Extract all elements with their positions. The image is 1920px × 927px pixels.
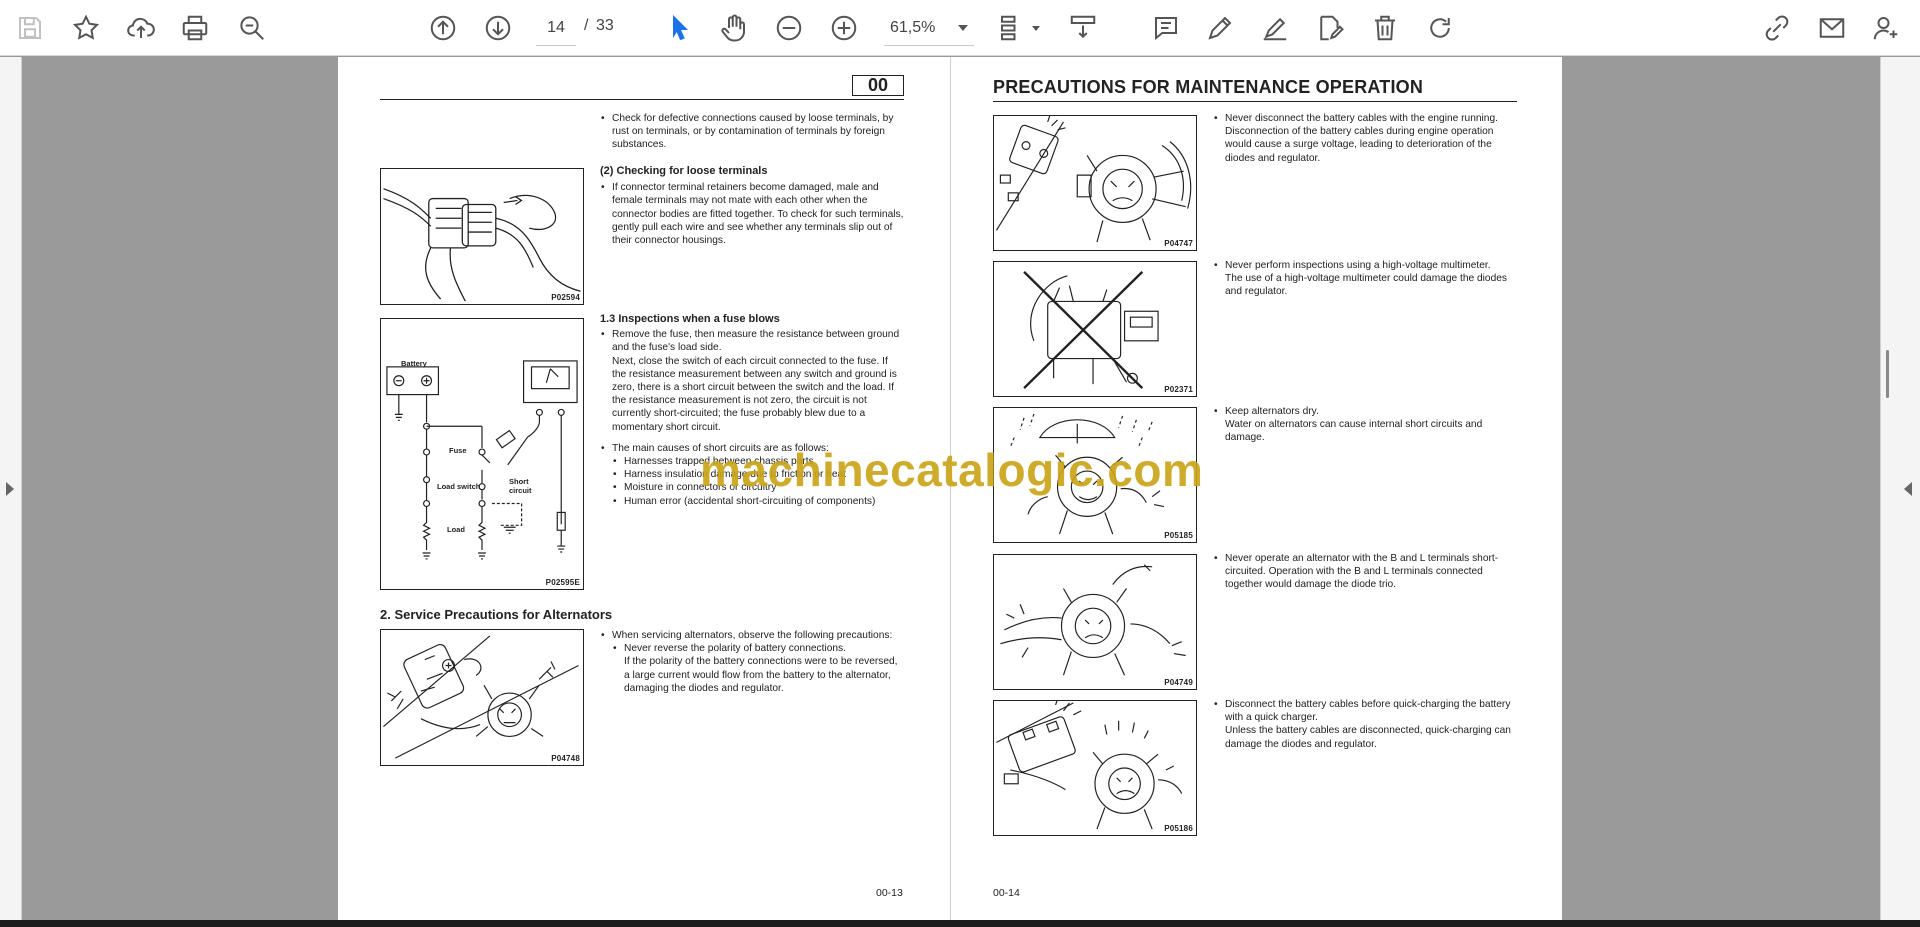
precaution-bullet: Never disconnect the battery cables with… — [1213, 112, 1517, 125]
figure-engine-running: P04747 — [993, 115, 1197, 251]
select-cursor-icon[interactable] — [660, 8, 700, 48]
section-loose-terminals: (2) Checking for loose terminals If conn… — [600, 165, 904, 247]
add-user-icon[interactable] — [1866, 8, 1906, 48]
delete-icon[interactable] — [1365, 8, 1405, 48]
upload-icon[interactable] — [121, 8, 161, 48]
zoom-in-icon[interactable] — [824, 8, 864, 48]
subsection-heading: (2) Checking for loose terminals — [600, 165, 768, 177]
figure-high-voltage-multimeter: P02371 — [993, 261, 1197, 397]
precaution-item: Never disconnect the battery cables with… — [1213, 112, 1517, 165]
label-fuse: Fuse — [449, 446, 467, 455]
intro-bullet: Check for defective connections caused b… — [600, 112, 904, 152]
alternator-bullet: When servicing alternators, observe the … — [600, 629, 904, 642]
bottom-bar — [0, 920, 1920, 927]
fuse-bullet-1: Remove the fuse, then measure the resist… — [600, 328, 904, 354]
label-battery: Battery — [401, 359, 427, 368]
figure-connector: P02594 — [380, 168, 584, 305]
alternator-sub-text: If the polarity of the battery connectio… — [624, 656, 898, 694]
figure-code: P04747 — [1164, 239, 1193, 248]
arrow-up-icon[interactable] — [423, 8, 463, 48]
zoom-out-icon[interactable] — [769, 8, 809, 48]
zoom-select[interactable]: 61,5% — [884, 10, 974, 46]
zoom-value: 61,5% — [890, 18, 936, 36]
chevron-down-icon[interactable] — [1032, 26, 1040, 31]
label-circuit: circuit — [509, 486, 532, 495]
section-alternator-precautions: When servicing alternators, observe the … — [600, 629, 904, 695]
scroll-mode-icon[interactable] — [1063, 8, 1103, 48]
fuse-bullet-2: The main causes of short circuits are as… — [600, 442, 904, 455]
figure-quick-charger: P05186 — [993, 700, 1197, 836]
share-link-icon[interactable] — [1757, 8, 1797, 48]
section-number: 00 — [852, 75, 904, 96]
page-right: PRECAUTIONS FOR MAINTENANCE OPERATION P0… — [950, 57, 1562, 920]
page-left: 00 Check for defective connections cause… — [338, 57, 950, 920]
precaution-text: Disconnection of the battery cables duri… — [1225, 126, 1494, 164]
right-panel-strip — [1880, 57, 1920, 920]
chevron-down-icon — [958, 24, 968, 31]
label-short-circuit: Short circuit — [509, 477, 532, 495]
vertical-scrollbar[interactable] — [1886, 350, 1889, 398]
toolbar: / 33 61,5% — [0, 0, 1920, 56]
page-number-right: 00-14 — [993, 887, 1020, 899]
figure-code: P04749 — [1164, 678, 1193, 687]
precaution-item: Never operate an alternator with the B a… — [1213, 552, 1517, 592]
edit-pdf-icon[interactable] — [1310, 8, 1350, 48]
cause-item: Harness insulation damage due to frictio… — [600, 468, 904, 481]
loose-terminals-bullet: If connector terminal retainers become d… — [600, 181, 904, 247]
precaution-text: Water on alternators can cause internal … — [1225, 419, 1483, 444]
figure-code: P02371 — [1164, 385, 1193, 394]
section-heading-alternators: 2. Service Precautions for Alternators — [380, 607, 613, 622]
page-number-left: 00-13 — [876, 887, 903, 899]
page-separator: / — [584, 17, 589, 34]
figure-code: P02595E — [545, 578, 580, 587]
save-icon[interactable] — [10, 8, 50, 48]
figure-code: P05186 — [1164, 824, 1193, 833]
figure-fuse-circuit: Battery Fuse Load switch Load Short circ… — [380, 318, 584, 590]
figure-code: P02594 — [551, 293, 580, 302]
header-rule — [380, 99, 904, 100]
star-icon[interactable] — [66, 8, 106, 48]
precaution-item: Never perform inspections using a high-v… — [1213, 259, 1517, 299]
chevron-left-icon[interactable] — [6, 482, 14, 496]
zoom-search-icon[interactable] — [232, 8, 272, 48]
section-heading: 1.3 Inspections when a fuse blows — [600, 313, 780, 325]
cause-item: Human error (accidental short-circuiting… — [600, 495, 904, 508]
figure-code: P04748 — [551, 754, 580, 763]
intro-paragraph: Check for defective connections caused b… — [600, 112, 904, 152]
precaution-bullet: Never perform inspections using a high-v… — [1213, 259, 1517, 272]
precaution-bullet: Never operate an alternator with the B a… — [1213, 552, 1517, 592]
figure-keep-alternators-dry: P05185 — [993, 407, 1197, 543]
pen-icon[interactable] — [1200, 8, 1240, 48]
cause-item: Harnesses trapped between chassis parts — [600, 455, 904, 468]
comment-icon[interactable] — [1146, 8, 1186, 48]
page-title: PRECAUTIONS FOR MAINTENANCE OPERATION — [993, 77, 1424, 97]
page-layout-icon[interactable] — [992, 8, 1032, 48]
redo-icon[interactable] — [1420, 8, 1460, 48]
label-load: Load — [447, 525, 465, 534]
precaution-text: Unless the battery cables are disconnect… — [1225, 725, 1511, 750]
label-load-switch: Load switch — [437, 482, 481, 491]
figure-reverse-polarity: P04748 — [380, 629, 584, 766]
fuse-bullet-1-text: Next, close the switch of each circuit c… — [612, 355, 897, 433]
precaution-item: Keep alternators dry. Water on alternato… — [1213, 405, 1517, 445]
precaution-text: The use of a high-voltage multimeter cou… — [1225, 273, 1508, 298]
header-rule — [993, 101, 1517, 102]
precaution-bullet: Disconnect the battery cables before qui… — [1213, 698, 1517, 724]
total-pages: 33 — [596, 17, 614, 34]
sign-icon[interactable] — [1255, 8, 1295, 48]
figure-code: P05185 — [1164, 531, 1193, 540]
arrow-down-icon[interactable] — [478, 8, 518, 48]
precaution-item: Disconnect the battery cables before qui… — [1213, 698, 1517, 751]
label-short: Short — [509, 477, 529, 486]
precaution-bullet: Keep alternators dry. — [1213, 405, 1517, 418]
print-icon[interactable] — [175, 8, 215, 48]
figure-short-circuited-terminals: P04749 — [993, 554, 1197, 690]
hand-icon[interactable] — [714, 8, 754, 48]
page-number-input[interactable] — [536, 10, 576, 46]
mail-icon[interactable] — [1812, 8, 1852, 48]
alternator-sub-bullet: Never reverse the polarity of battery co… — [600, 642, 904, 655]
chevron-right-icon[interactable] — [1904, 482, 1912, 496]
cause-item: Moisture in connectors or circuitry — [600, 481, 904, 494]
section-fuse-inspection: 1.3 Inspections when a fuse blows Remove… — [600, 313, 904, 508]
